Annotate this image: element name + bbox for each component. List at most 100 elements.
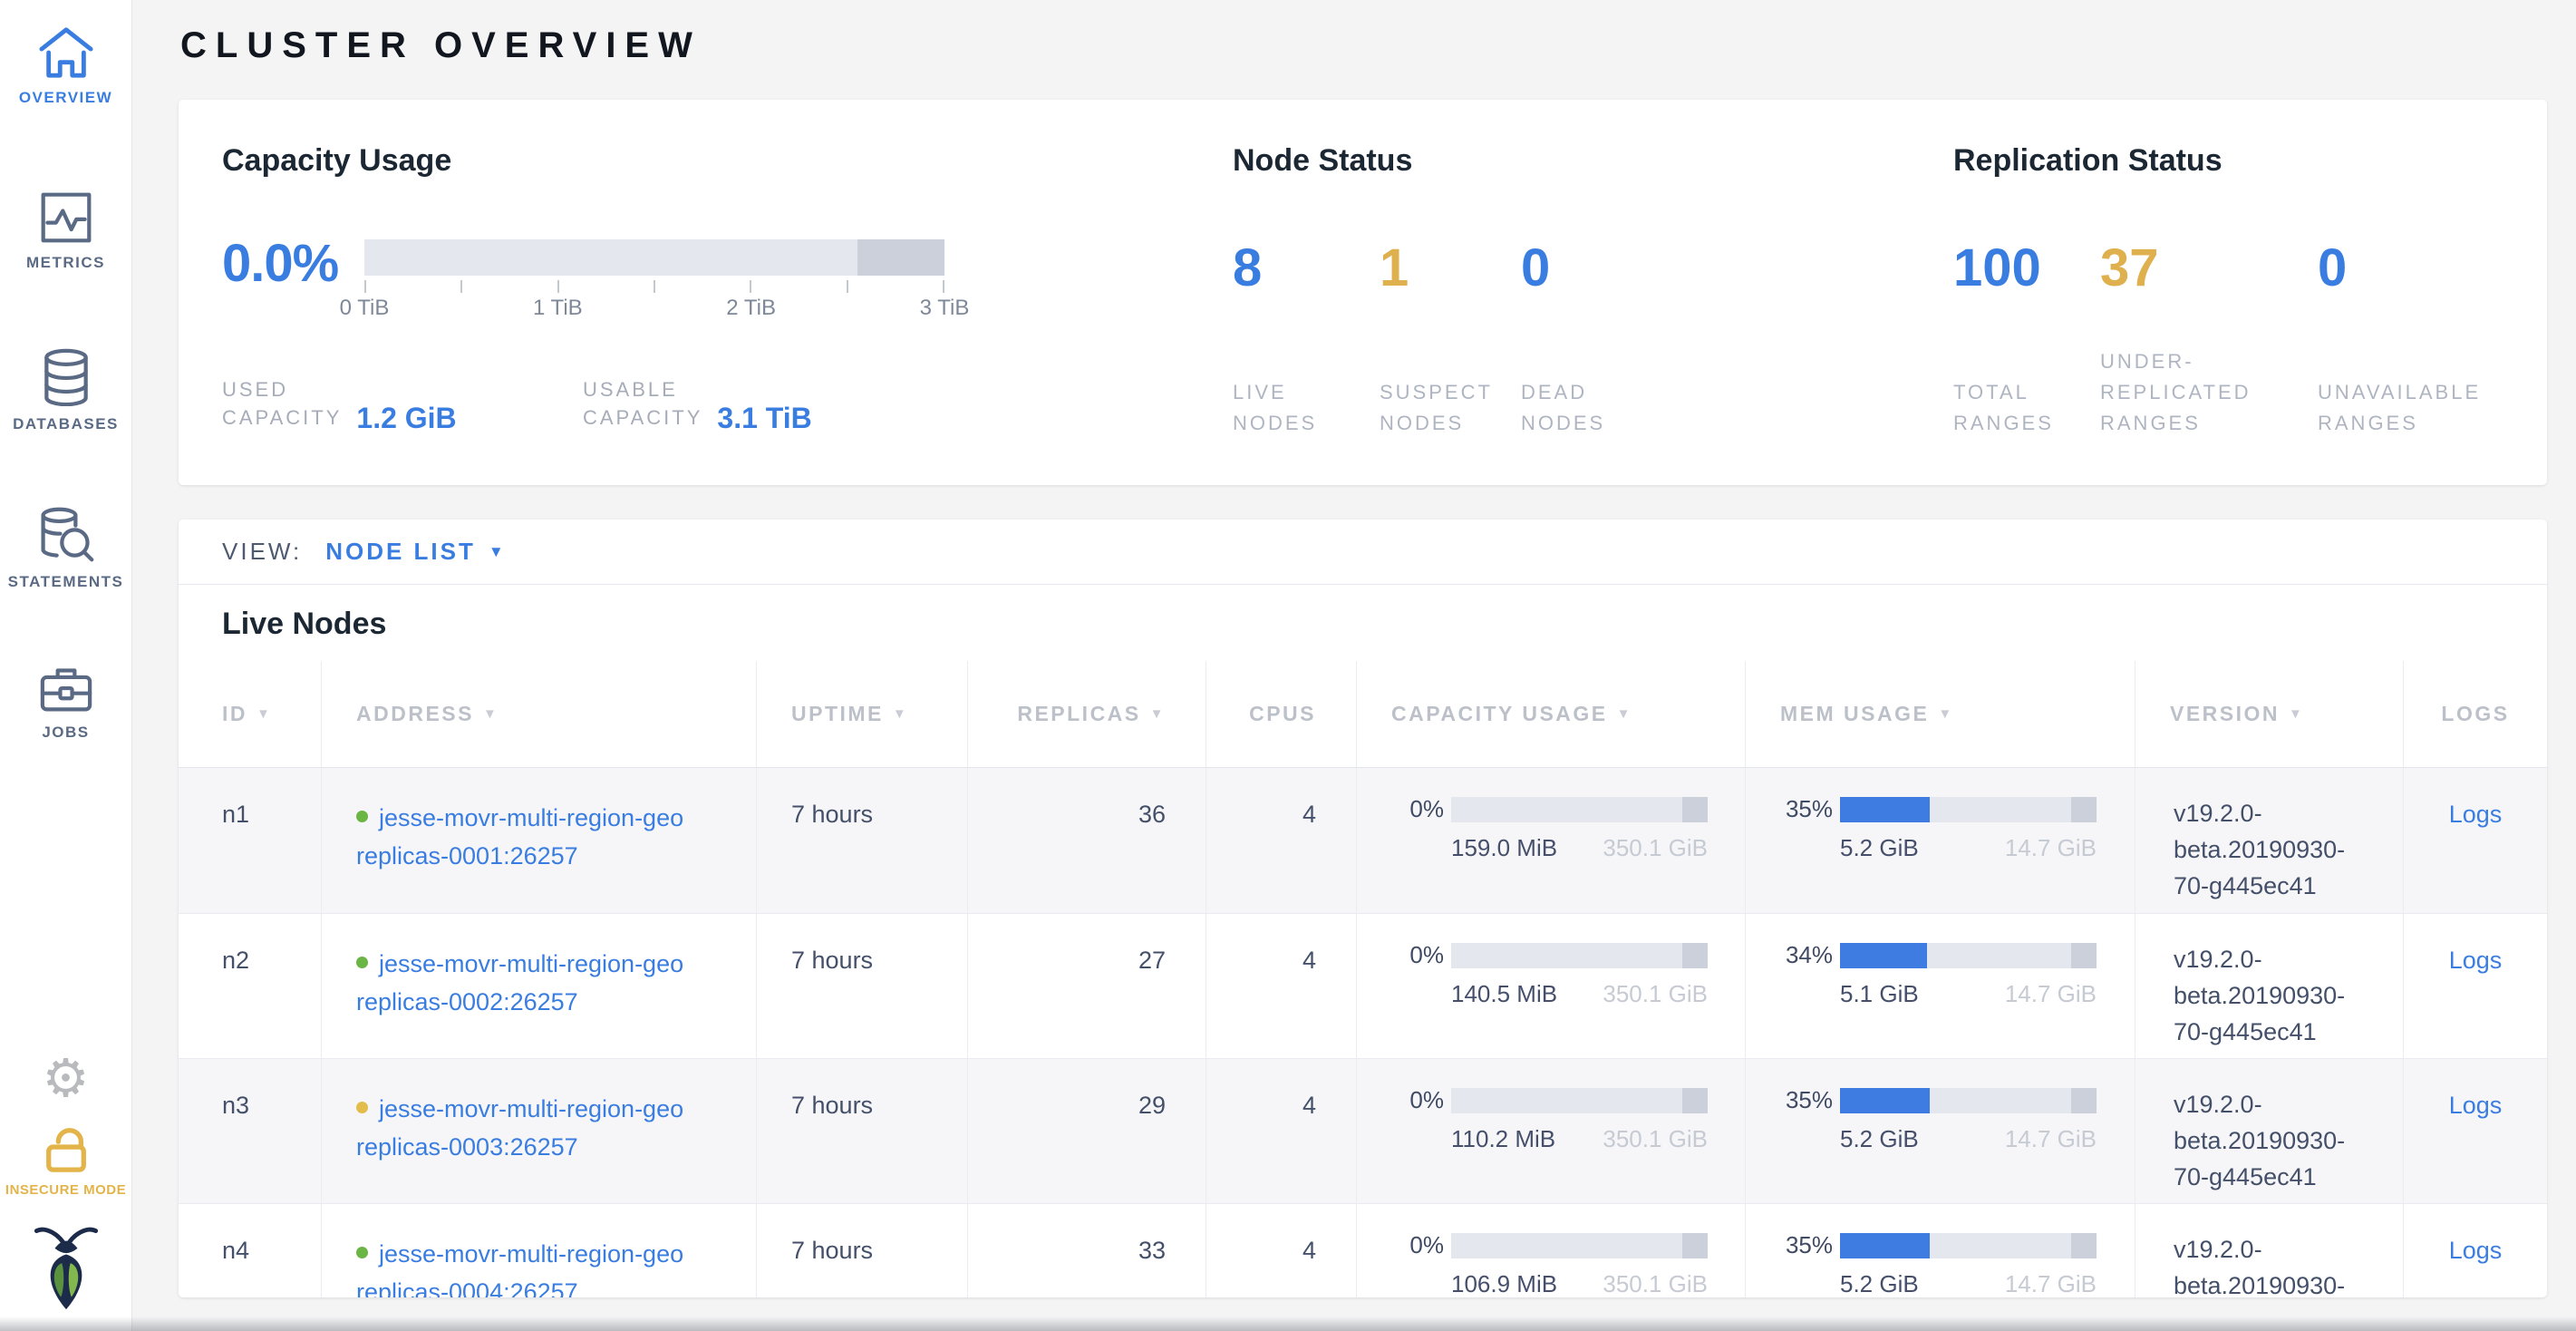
sort-arrow-icon: ▼ — [2289, 706, 2304, 722]
statements-icon — [38, 506, 94, 564]
logs-cell: Logs — [2403, 914, 2547, 1058]
column-header-logs: LOGS — [2403, 661, 2547, 767]
memory-bar — [1840, 943, 2097, 968]
usable-capacity-value: 3.1 TiB — [717, 403, 811, 433]
axis-label: 0 TiB — [340, 296, 390, 321]
gear-icon[interactable]: ⚙ — [43, 1052, 90, 1106]
capacity-usage-cell: 0% 140.5 MiB350.1 GiB — [1356, 914, 1745, 1058]
sidebar: OVERVIEW METRICS DATABASES STATEMENTS — [0, 0, 132, 1331]
column-header-cpus: CPUS — [1206, 661, 1356, 767]
used-capacity-value: 1.2 GiB — [356, 403, 456, 433]
logs-cell: Logs — [2403, 1059, 2547, 1203]
sidebar-item-statements[interactable]: STATEMENTS — [0, 506, 131, 591]
column-header-id[interactable]: ID▼ — [179, 661, 321, 767]
node-address-cell: jesse-movr-multi-region-geo replicas-000… — [321, 1059, 756, 1203]
node-address-link[interactable]: jesse-movr-multi-region-geo — [379, 950, 683, 977]
memory-bar — [1840, 1233, 2097, 1258]
sidebar-item-label: METRICS — [26, 254, 105, 272]
node-address-cell: jesse-movr-multi-region-geo replicas-000… — [321, 914, 756, 1058]
sidebar-item-metrics[interactable]: METRICS — [0, 190, 131, 272]
capacity-bar — [1451, 1233, 1708, 1258]
node-id-cell: n4 — [179, 1204, 321, 1297]
logs-cell: Logs — [2403, 1204, 2547, 1297]
sort-arrow-icon: ▼ — [1617, 706, 1632, 722]
table-header-row: ID▼ ADDRESS▼ UPTIME▼ REPLICAS▼ CPUS CAPA… — [179, 661, 2547, 768]
view-dropdown[interactable]: NODE LIST — [325, 538, 476, 566]
node-address-link[interactable]: replicas-0002:26257 — [356, 988, 578, 1015]
sort-arrow-icon: ▼ — [483, 706, 499, 722]
axis-label: 3 TiB — [920, 296, 970, 321]
sort-arrow-icon: ▼ — [1150, 706, 1166, 722]
replicas-cell: 33 — [967, 1204, 1206, 1297]
memory-bar — [1840, 1088, 2097, 1113]
home-icon — [37, 25, 95, 80]
node-address-cell: jesse-movr-multi-region-geo replicas-000… — [321, 1204, 756, 1297]
sidebar-item-label: JOBS — [42, 724, 89, 742]
metrics-icon — [39, 190, 93, 245]
usable-capacity-stat: USABLE CAPACITY 3.1 TiB — [583, 375, 944, 432]
column-header-replicas[interactable]: REPLICAS▼ — [967, 661, 1206, 767]
node-list-card: VIEW: NODE LIST ▼ Live Nodes ID▼ ADDRESS… — [179, 520, 2547, 1297]
column-header-capacity-usage[interactable]: CAPACITY USAGE▼ — [1356, 661, 1745, 767]
logs-link[interactable]: Logs — [2449, 947, 2503, 974]
capacity-usage-title: Capacity Usage — [222, 140, 1233, 181]
view-label: VIEW: — [222, 538, 302, 566]
total-ranges-stat: 100 TOTAL RANGES — [1953, 239, 2100, 439]
capacity-bar — [1451, 797, 1708, 822]
node-address-link[interactable]: replicas-0004:26257 — [356, 1278, 578, 1297]
node-address-cell: jesse-movr-multi-region-geo replicas-000… — [321, 768, 756, 913]
version-cell: v19.2.0-beta.20190930- — [2135, 1204, 2403, 1297]
column-header-uptime[interactable]: UPTIME▼ — [756, 661, 967, 767]
node-address-link[interactable]: replicas-0003:26257 — [356, 1133, 578, 1161]
node-id-cell: n2 — [179, 914, 321, 1058]
column-header-version[interactable]: VERSION▼ — [2135, 661, 2403, 767]
insecure-mode-indicator[interactable]: INSECURE MODE — [5, 1121, 126, 1198]
logs-link[interactable]: Logs — [2449, 1237, 2503, 1264]
capacity-usage-section: Capacity Usage 0.0% 0 TiB 1 TiB — [222, 140, 1233, 485]
table-row: n2 jesse-movr-multi-region-geo replicas-… — [179, 913, 2547, 1058]
mem-usage-cell: 34% 5.1 GiB14.7 GiB — [1745, 914, 2135, 1058]
capacity-usage-cell: 0% 110.2 MiB350.1 GiB — [1356, 1059, 1745, 1203]
column-header-mem-usage[interactable]: MEM USAGE▼ — [1745, 661, 2135, 767]
unavailable-ranges-stat: 0 UNAVAILABLE RANGES — [2318, 239, 2503, 439]
page-title: CLUSTER OVERVIEW — [180, 24, 2547, 67]
column-header-address[interactable]: ADDRESS▼ — [321, 661, 756, 767]
node-address-link[interactable]: jesse-movr-multi-region-geo — [379, 1240, 683, 1268]
uptime-cell: 7 hours — [756, 914, 967, 1058]
sidebar-item-jobs[interactable]: JOBS — [0, 664, 131, 742]
node-address-link[interactable]: jesse-movr-multi-region-geo — [379, 804, 683, 831]
node-status-title: Node Status — [1233, 140, 1953, 181]
node-id-cell: n1 — [179, 768, 321, 913]
logs-link[interactable]: Logs — [2449, 1092, 2503, 1119]
under-replicated-ranges-stat: 37 UNDER- REPLICATED RANGES — [2100, 239, 2318, 439]
main-content: CLUSTER OVERVIEW Capacity Usage 0.0% — [132, 0, 2576, 1331]
memory-bar — [1840, 797, 2097, 822]
capacity-usage-cell: 0% 106.9 MiB350.1 GiB — [1356, 1204, 1745, 1297]
node-address-link[interactable]: replicas-0001:26257 — [356, 842, 578, 870]
cockroachdb-bug-logo — [34, 1221, 98, 1316]
capacity-usage-gauge: 0.0% 0 TiB 1 TiB 2 TiB — [222, 239, 1233, 323]
bottom-scroll-shadow — [0, 1316, 2576, 1331]
version-cell: v19.2.0-beta.20190930-70-g445ec41 — [2135, 914, 2403, 1058]
mem-usage-cell: 35% 5.2 GiB14.7 GiB — [1745, 1204, 2135, 1297]
sidebar-item-overview[interactable]: OVERVIEW — [0, 25, 131, 107]
uptime-cell: 7 hours — [756, 768, 967, 913]
node-status-section: Node Status 8 LIVE NODES 1 — [1233, 140, 1953, 485]
capacity-bar — [1451, 943, 1708, 968]
chevron-down-icon[interactable]: ▼ — [489, 543, 504, 561]
node-health-dot — [356, 957, 368, 968]
cpus-cell: 4 — [1206, 1059, 1356, 1203]
sidebar-item-databases[interactable]: DATABASES — [0, 348, 131, 433]
table-row: n3 jesse-movr-multi-region-geo replicas-… — [179, 1058, 2547, 1203]
logs-link[interactable]: Logs — [2449, 801, 2503, 828]
table-row: n1 jesse-movr-multi-region-geo replicas-… — [179, 768, 2547, 913]
capacity-bar-dark-segment — [857, 239, 944, 276]
table-row: n4 jesse-movr-multi-region-geo replicas-… — [179, 1203, 2547, 1297]
cpus-cell: 4 — [1206, 914, 1356, 1058]
cpus-cell: 4 — [1206, 768, 1356, 913]
databases-icon — [42, 348, 91, 406]
replication-status-title: Replication Status — [1953, 140, 2503, 181]
node-address-link[interactable]: jesse-movr-multi-region-geo — [379, 1095, 683, 1122]
uptime-cell: 7 hours — [756, 1059, 967, 1203]
live-nodes-title: Live Nodes — [222, 603, 2547, 645]
